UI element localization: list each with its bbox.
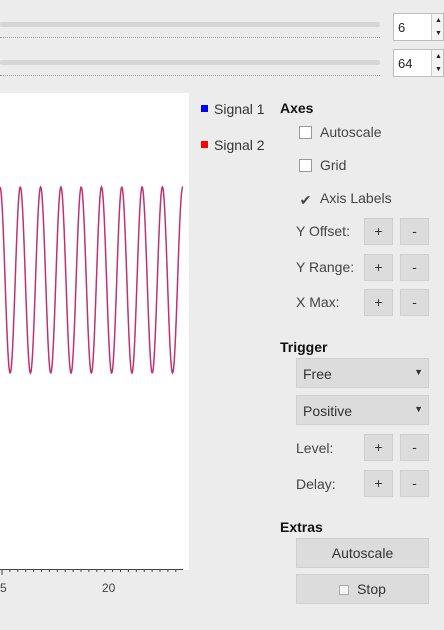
slider-1-ticks [0,37,380,39]
autoscale-label: Autoscale [320,124,382,140]
autoscale-button[interactable]: Autoscale [296,538,429,568]
slider-1-spinbox[interactable]: 6 ▲ ▼ [393,13,444,41]
signal-2-line [0,185,184,375]
spin-up-icon[interactable]: ▲ [435,17,442,24]
delay-minus-button[interactable]: - [400,470,429,497]
spin-down-icon[interactable]: ▼ [435,30,442,37]
autoscale-checkbox[interactable]: Autoscale [299,124,381,140]
y-offset-plus-button[interactable]: + [364,218,393,245]
x-tick-label: 20 [102,581,116,595]
checkmark-icon[interactable]: ✔ [299,193,312,208]
slider-2-track[interactable] [0,60,380,65]
slider-1-track[interactable] [0,22,380,27]
legend-item-signal-2: Signal 2 [201,137,265,153]
x-max-minus-button[interactable]: - [400,289,429,316]
stop-checkbox-icon [339,585,350,595]
spin-arrows[interactable]: ▲ ▼ [431,50,443,76]
y-offset-minus-button[interactable]: - [400,218,429,245]
spin-up-icon[interactable]: ▲ [435,53,442,60]
slider-2-spinbox[interactable]: 64 ▲ ▼ [393,49,444,77]
x-max-label: X Max: [296,294,340,310]
trigger-mode-value: Free [303,366,332,382]
slider-2-ticks [0,75,380,77]
delay-label: Delay: [296,476,336,492]
trigger-slope-value: Positive [303,403,353,419]
checkbox-box[interactable] [299,159,312,172]
level-label: Level: [296,440,334,456]
stop-button[interactable]: Stop [296,574,429,604]
axis-labels-label: Axis Labels [320,190,392,206]
axis-labels-checkbox[interactable]: ✔ Axis Labels [299,190,392,208]
x-max-plus-button[interactable]: + [364,289,393,316]
plot-area[interactable] [0,93,189,570]
slider-2-value[interactable]: 64 [398,56,412,71]
grid-checkbox[interactable]: Grid [299,157,346,173]
legend-item-signal-1: Signal 1 [201,101,265,117]
trigger-slope-select[interactable]: Positive ▼ [296,395,429,425]
legend-label: Signal 2 [214,137,265,153]
y-range-label: Y Range: [296,259,355,275]
chevron-down-icon: ▼ [414,404,423,414]
stop-label: Stop [357,581,386,597]
chevron-down-icon: ▼ [414,367,423,377]
slider-1-value[interactable]: 6 [398,20,405,35]
legend-swatch [201,105,208,112]
extras-section-title: Extras [280,519,323,535]
spin-down-icon[interactable]: ▼ [435,66,442,73]
checkbox-box[interactable] [299,126,312,139]
spin-arrows[interactable]: ▲ ▼ [431,14,443,40]
signal-plot [0,185,184,375]
y-range-plus-button[interactable]: + [364,254,393,281]
grid-label: Grid [320,157,347,173]
legend-swatch [201,141,208,148]
x-tick-label: 5 [0,581,7,595]
axes-section-title: Axes [280,100,314,116]
legend-label: Signal 1 [214,101,265,117]
level-minus-button[interactable]: - [400,434,429,461]
y-range-minus-button[interactable]: - [400,254,429,281]
x-axis [0,569,183,575]
level-plus-button[interactable]: + [364,434,393,461]
trigger-section-title: Trigger [280,339,328,355]
y-offset-label: Y Offset: [296,223,350,239]
trigger-mode-select[interactable]: Free ▼ [296,358,429,388]
delay-plus-button[interactable]: + [364,470,393,497]
